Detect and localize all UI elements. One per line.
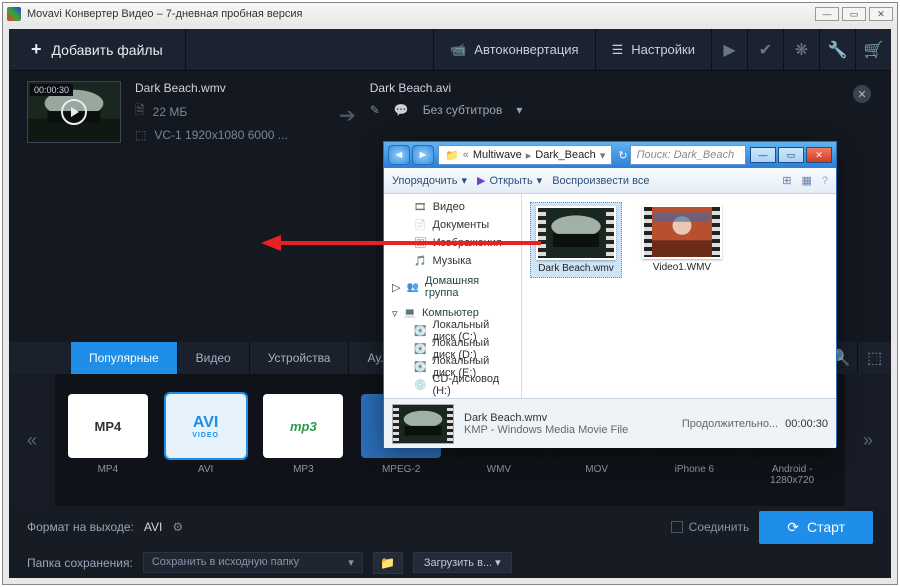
explorer-forward-button[interactable]: ► (412, 145, 434, 165)
format-mp3[interactable]: mp3MP3 (263, 394, 345, 486)
cart-icon[interactable]: 🛒 (855, 29, 891, 70)
format-mp4[interactable]: MP4MP4 (67, 394, 149, 486)
explorer-minimize-button[interactable]: — (750, 147, 776, 163)
save-path-label: Папка сохранения: (27, 556, 133, 570)
file-item-video1[interactable]: Video1.WMV (636, 202, 728, 276)
start-button[interactable]: ⟳Старт (759, 511, 873, 544)
save-path-select[interactable]: Сохранить в исходную папку ▾ (143, 552, 363, 573)
file-icon: 🗎 (135, 101, 145, 122)
gear-icon[interactable]: ⚙ (172, 520, 183, 534)
wrench-icon[interactable]: 🔧 (819, 29, 855, 70)
refresh-icon[interactable]: ↻ (618, 149, 627, 162)
tab-video[interactable]: Видео (178, 342, 250, 374)
explorer-search-input[interactable]: Поиск: Dark_Beach (630, 145, 746, 165)
explorer-close-button[interactable]: ✕ (806, 147, 832, 163)
format-avi[interactable]: AVIVIDEOAVI (165, 394, 247, 486)
sidebar-images[interactable]: 🖼Изображения (384, 234, 521, 252)
outer-window-frame: Movavi Конвертер Видео – 7-дневная пробн… (2, 2, 898, 585)
remove-file-button[interactable]: ✕ (853, 85, 871, 103)
refresh-icon: ⟳ (787, 519, 799, 536)
tab-popular[interactable]: Популярные (71, 342, 178, 374)
play-icon: ▶ (477, 174, 485, 187)
output-filename: Dark Beach.avi (370, 81, 523, 95)
convert-arrow-icon: ➔ (339, 103, 356, 128)
vk-icon[interactable]: ✔ (747, 29, 783, 70)
explorer-file-pane[interactable]: Dark Beach.wmv Video1.WMV (522, 194, 836, 398)
file-codec: VC-1 1920x1080 6000 ... (154, 128, 287, 142)
status-filetype: KMP - Windows Media Movie File (464, 424, 628, 436)
help-icon[interactable]: ? (822, 175, 828, 187)
upload-button[interactable]: Загрузить в... ▾ (413, 552, 512, 573)
folder-icon: 📁 (380, 556, 395, 570)
chevron-down-icon[interactable]: ▾ (516, 103, 522, 117)
status-thumbnail (392, 404, 454, 444)
duration-badge: 00:00:30 (30, 84, 73, 96)
explorer-maximize-button[interactable]: ▭ (778, 147, 804, 163)
status-duration-label: Продолжительно... (682, 418, 778, 430)
folder-icon: 📁 (445, 149, 459, 162)
input-filename: Dark Beach.wmv (135, 81, 325, 95)
out-format-label: Формат на выходе: (27, 520, 134, 534)
tab-devices[interactable]: Устройства (250, 342, 350, 374)
view-icon[interactable]: ⊞ (782, 174, 791, 187)
file-size: 22 МБ (153, 105, 188, 119)
camera-icon: 📹 (450, 42, 466, 58)
top-toolbar: + Добавить файлы 📹 Автоконвертация ☰ Нас… (9, 29, 891, 71)
close-button[interactable]: ✕ (869, 7, 893, 21)
play-icon[interactable] (61, 99, 87, 125)
carousel-prev[interactable]: « (9, 374, 55, 506)
preview-pane-icon[interactable]: ▦ (801, 174, 811, 187)
sidebar-homegroup[interactable]: ▷👥Домашняя группа (384, 278, 521, 296)
status-duration-value: 00:00:30 (785, 418, 828, 430)
titlebar[interactable]: Movavi Конвертер Видео – 7-дневная пробн… (3, 3, 897, 25)
plus-icon: + (31, 39, 42, 60)
autoconvert-button[interactable]: 📹 Автоконвертация (433, 29, 594, 70)
minimize-button[interactable]: — (815, 7, 839, 21)
file-item-dark-beach[interactable]: Dark Beach.wmv (530, 202, 622, 278)
add-files-button[interactable]: + Добавить файлы (9, 29, 186, 70)
youtube-icon[interactable]: ▶ (711, 29, 747, 70)
browse-folder-button[interactable]: 📁 (373, 552, 403, 574)
add-files-label: Добавить файлы (52, 42, 163, 58)
explorer-toolbar: Упорядочить ▾ ▶ Открыть ▾ Воспроизвести … (384, 168, 836, 194)
explorer-titlebar[interactable]: ◄ ► 📁 « Multiwave ▸ Dark_Beach ▾ ↻ Поиск… (384, 142, 836, 168)
sidebar-documents[interactable]: 📄Документы (384, 216, 521, 234)
join-checkbox[interactable]: Соединить (671, 520, 750, 534)
explorer-status-bar: Dark Beach.wmv KMP - Windows Media Movie… (384, 398, 836, 448)
sidebar-video[interactable]: 🎞Видео (384, 198, 521, 216)
explorer-breadcrumb[interactable]: 📁 « Multiwave ▸ Dark_Beach ▾ (438, 145, 612, 165)
info-icon: ⬚ (135, 128, 146, 142)
organize-button[interactable]: Упорядочить ▾ (392, 174, 467, 187)
carousel-next[interactable]: » (845, 374, 891, 506)
bottom-bar: Формат на выходе: AVI ⚙ Соединить ⟳Старт… (9, 506, 891, 578)
subtitles-label[interactable]: Без субтитров (423, 103, 503, 117)
explorer-window[interactable]: ◄ ► 📁 « Multiwave ▸ Dark_Beach ▾ ↻ Поиск… (383, 141, 837, 447)
window-title: Movavi Конвертер Видео – 7-дневная пробн… (27, 8, 302, 20)
explorer-sidebar[interactable]: 🎞Видео 📄Документы 🖼Изображения 🎵Музыка ▷… (384, 194, 522, 398)
maximize-button[interactable]: ▭ (842, 7, 866, 21)
open-button[interactable]: ▶ Открыть ▾ (477, 174, 542, 187)
settings-button[interactable]: ☰ Настройки (595, 29, 711, 70)
help-icon[interactable]: ❋ (783, 29, 819, 70)
app-logo-icon (7, 7, 21, 21)
out-format-value: AVI (144, 520, 162, 534)
subtitles-icon[interactable]: 💬 (394, 103, 409, 117)
detect-device-icon[interactable]: ⬚ (857, 342, 891, 374)
sidebar-cd-drive[interactable]: 💿CD-дисковод (H:) (384, 376, 521, 394)
explorer-back-button[interactable]: ◄ (388, 145, 410, 165)
menu-icon: ☰ (612, 42, 624, 58)
checkbox-icon[interactable] (671, 521, 683, 533)
edit-icon[interactable]: ✎ (370, 103, 380, 117)
play-all-button[interactable]: Воспроизвести все (552, 175, 649, 187)
status-filename: Dark Beach.wmv (464, 412, 628, 424)
sidebar-music[interactable]: 🎵Музыка (384, 252, 521, 270)
video-thumbnail[interactable]: 00:00:30 (27, 81, 121, 143)
